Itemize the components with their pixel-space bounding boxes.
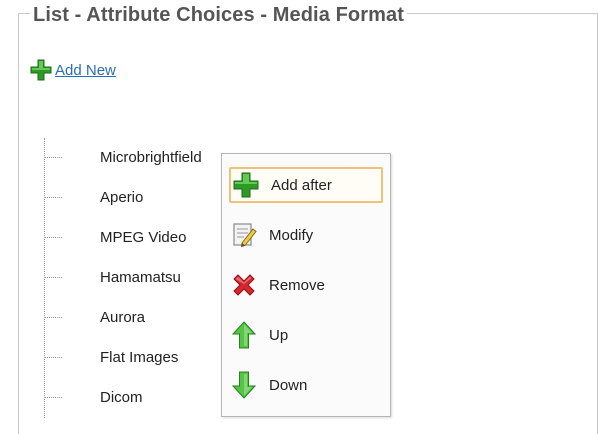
add-new-label[interactable]: Add New: [55, 62, 116, 79]
tree-branch: [44, 236, 62, 238]
menu-item-label[interactable]: Remove: [269, 277, 325, 294]
add-new-link[interactable]: Add New: [29, 57, 116, 83]
tree-item-label[interactable]: Flat Images: [100, 349, 178, 366]
menu-item-remove[interactable]: Remove: [229, 267, 383, 303]
arrow-up-icon: [231, 321, 257, 349]
context-menu: Add after Modify Remove Up Down: [221, 153, 391, 417]
tree-branch: [44, 316, 62, 318]
tree-item-label[interactable]: Aperio: [100, 189, 143, 206]
tree-item[interactable]: Aurora: [44, 307, 145, 327]
page-title: List - Attribute Choices - Media Format: [30, 4, 407, 26]
edit-icon: [233, 223, 257, 248]
plus-icon: [233, 172, 259, 198]
plus-icon: [30, 59, 52, 81]
tree-item[interactable]: Flat Images: [44, 347, 178, 367]
menu-item-label[interactable]: Add after: [271, 177, 332, 194]
tree-item[interactable]: Microbrightfield: [44, 147, 202, 167]
menu-item-up[interactable]: Up: [229, 317, 383, 353]
menu-item-add-after[interactable]: Add after: [229, 167, 383, 203]
menu-item-label[interactable]: Modify: [269, 227, 313, 244]
menu-item-label[interactable]: Down: [269, 377, 307, 394]
remove-icon: [233, 274, 255, 296]
arrow-down-icon: [231, 371, 257, 399]
tree-item[interactable]: MPEG Video: [44, 227, 186, 247]
tree-branch: [44, 396, 62, 398]
tree-item[interactable]: Hamamatsu: [44, 267, 181, 287]
tree-item[interactable]: Aperio: [44, 187, 143, 207]
tree-branch: [44, 196, 62, 198]
tree-branch: [44, 156, 62, 158]
tree-branch: [44, 356, 62, 358]
tree-item-label[interactable]: MPEG Video: [100, 229, 186, 246]
tree-branch: [44, 276, 62, 278]
menu-item-down[interactable]: Down: [229, 367, 383, 403]
tree-item-label[interactable]: Microbrightfield: [100, 149, 202, 166]
tree-item-label[interactable]: Hamamatsu: [100, 269, 181, 286]
tree-item-label[interactable]: Dicom: [100, 389, 143, 406]
tree-item[interactable]: Dicom: [44, 387, 143, 407]
tree-item-label[interactable]: Aurora: [100, 309, 145, 326]
menu-item-modify[interactable]: Modify: [229, 217, 383, 253]
menu-item-label[interactable]: Up: [269, 327, 288, 344]
